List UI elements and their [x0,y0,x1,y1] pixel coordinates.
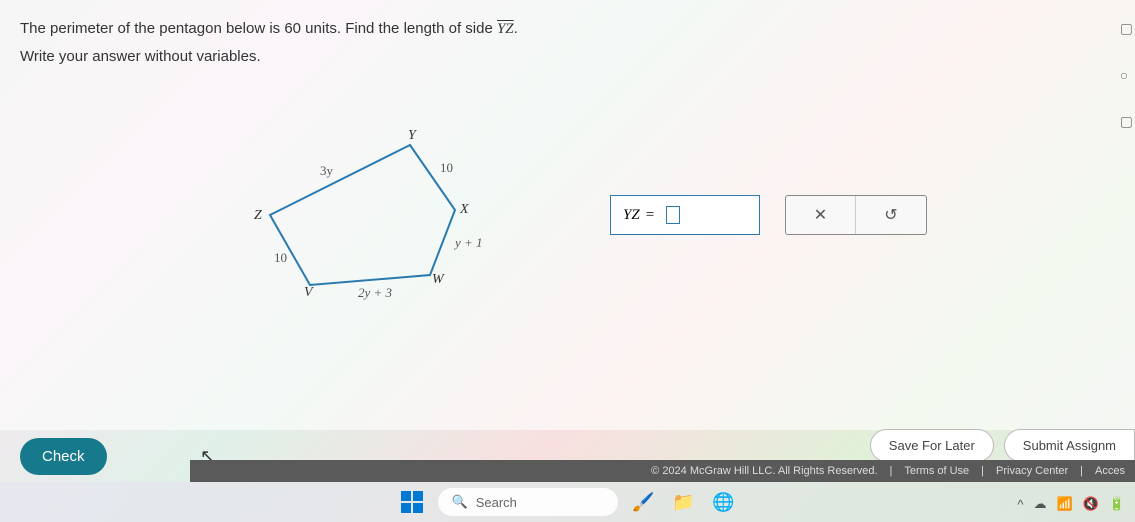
question-line-2: Write your answer without variables. [20,43,1115,70]
cloud-icon[interactable]: ☁ [1033,496,1046,512]
side-tools: ▢ ○ ▢ [1120,20,1133,130]
vertex-Y: Y [408,128,416,144]
answer-placeholder[interactable] [666,206,680,224]
sound-icon[interactable]: 🔇 [1083,496,1099,512]
vertex-Z: Z [254,208,262,224]
taskbar-search[interactable]: 🔍 Search [438,488,618,516]
clear-button[interactable]: ✕ [786,196,856,234]
equals-sign: = [646,207,654,224]
windows-icon [401,491,423,513]
vertex-X: X [460,202,469,218]
tool-icon-2[interactable]: ○ [1120,67,1133,83]
search-icon: 🔍 [452,494,468,510]
edge-YX: 10 [440,160,453,176]
reset-button[interactable]: ↺ [856,196,926,234]
question-line-1: The perimeter of the pentagon below is 6… [20,15,1115,43]
q-mid: units. Find the length of side [301,20,497,37]
battery-icon[interactable]: 🔋 [1109,496,1125,512]
chevron-up-icon[interactable]: ^ [1017,497,1023,512]
copyright-bar: © 2024 McGraw Hill LLC. All Rights Reser… [190,460,1135,482]
answer-toolbar: ✕ ↺ [785,195,927,235]
q-prefix: The perimeter of the pentagon below is [20,20,284,37]
terms-link[interactable]: Terms of Use [904,465,969,477]
search-placeholder: Search [476,495,517,510]
answer-label: YZ [623,207,640,224]
pentagon-figure: Y X W V Z 3y 10 y + 1 2y + 3 10 [230,130,490,325]
reset-icon: ↺ [884,205,897,225]
edge-XW: y + 1 [455,235,483,251]
x-icon: ✕ [814,205,827,225]
wifi-icon[interactable]: 📶 [1056,496,1072,512]
start-button[interactable] [398,488,426,516]
q-side: YZ [497,21,514,37]
pentagon-shape [270,145,455,285]
tool-icon-1[interactable]: ▢ [1120,20,1133,37]
task-icon-chrome[interactable]: 🌐 [710,488,738,516]
task-icon-explorer[interactable]: 📁 [670,488,698,516]
privacy-link[interactable]: Privacy Center [996,465,1068,477]
q-suffix: . [514,20,518,37]
task-icon-app1[interactable]: 🖌️ [630,488,658,516]
copyright-text: © 2024 McGraw Hill LLC. All Rights Reser… [651,465,877,477]
system-tray: ^ ☁ 📶 🔇 🔋 [1017,496,1125,512]
edge-WV: 2y + 3 [358,285,392,301]
vertex-V: V [304,285,313,301]
edge-VZ: 10 [274,250,287,266]
q-perimeter: 60 [284,20,301,37]
vertex-W: W [432,272,444,288]
check-button[interactable]: Check [20,438,107,475]
taskbar: 🔍 Search 🖌️ 📁 🌐 [0,482,1135,522]
tool-icon-3[interactable]: ▢ [1120,113,1133,130]
answer-input[interactable]: YZ = [610,195,760,235]
access-link[interactable]: Acces [1095,465,1125,477]
edge-YZ: 3y [320,163,333,179]
